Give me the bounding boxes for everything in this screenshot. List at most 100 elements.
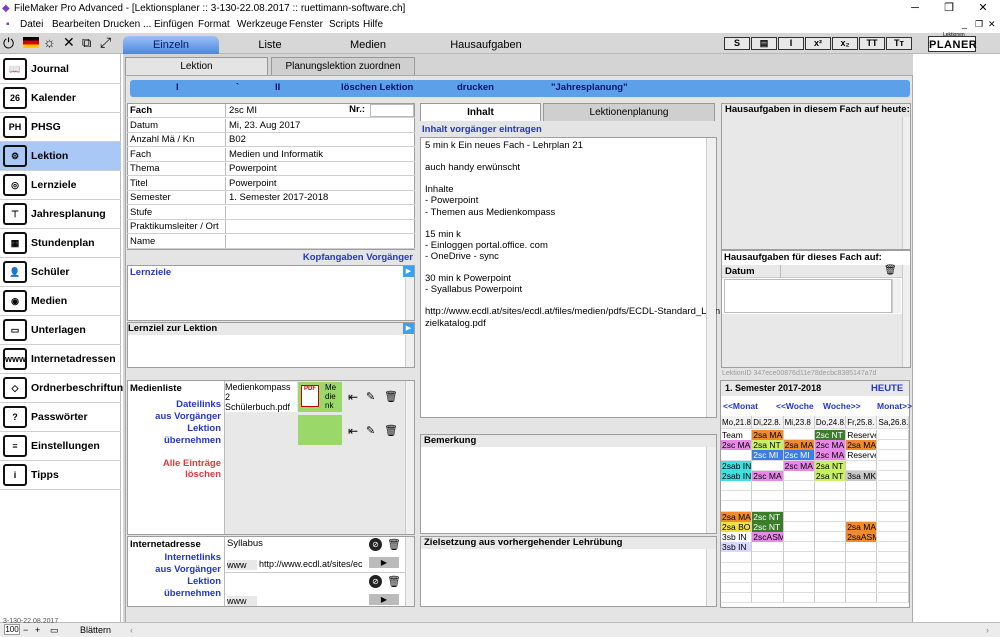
- sidebar-item-medien[interactable]: ◉ Medien: [0, 287, 121, 316]
- close-window-button[interactable]: ✕: [968, 0, 998, 17]
- calendar-slot[interactable]: [783, 532, 815, 543]
- calendar-lesson[interactable]: Reserve: [846, 430, 877, 440]
- url-field[interactable]: http://www.ecdl.at/sites/ec: [259, 559, 364, 569]
- edit-icon[interactable]: ✎: [366, 424, 375, 437]
- prev-week-button[interactable]: <<Woche: [776, 401, 814, 411]
- calendar-slot[interactable]: [877, 552, 909, 563]
- sidebar-item-journal[interactable]: 📖 Journal: [0, 55, 121, 84]
- field-value[interactable]: 1. Semester 2017-2018: [225, 191, 415, 204]
- sidebar-item-tipps[interactable]: i Tipps: [0, 461, 121, 490]
- calendar-slot[interactable]: [814, 572, 847, 583]
- menu-format[interactable]: Format: [198, 17, 230, 32]
- media-scrollbar[interactable]: [405, 381, 414, 534]
- calendar-slot[interactable]: [846, 552, 878, 563]
- next-week-button[interactable]: Woche>>: [823, 401, 861, 411]
- calendar-slot[interactable]: [752, 460, 784, 471]
- calendar-slot[interactable]: [846, 583, 878, 594]
- format-bold-button[interactable]: S: [724, 37, 750, 50]
- calendar-slot[interactable]: [721, 481, 753, 492]
- field-value[interactable]: Powerpoint: [225, 176, 415, 190]
- sidebar-item-stundenplan[interactable]: ▦ Stundenplan: [0, 229, 121, 258]
- menu-hilfe[interactable]: Hilfe: [363, 17, 383, 32]
- format-superscript-button[interactable]: x²: [805, 37, 831, 50]
- format-align-button[interactable]: ▤: [751, 37, 777, 50]
- calendar-lesson[interactable]: 2sc NT: [752, 521, 783, 532]
- calendar-slot[interactable]: [877, 562, 909, 573]
- calendar-lesson[interactable]: 2scASM: [752, 532, 783, 542]
- calendar-lesson[interactable]: 3sb IN: [721, 542, 752, 553]
- tab-inhalt[interactable]: Inhalt: [420, 103, 541, 121]
- zoom-level[interactable]: 100: [4, 624, 20, 635]
- calendar-slot[interactable]: [814, 511, 847, 522]
- calendar-slot[interactable]: [814, 532, 847, 543]
- calendar-lesson[interactable]: 2sab IN: [721, 470, 752, 481]
- calendar-slot[interactable]: [877, 470, 909, 481]
- expand-icon[interactable]: ⤢: [100, 34, 111, 51]
- calendar-slot[interactable]: [752, 481, 784, 492]
- nr-input[interactable]: [370, 104, 414, 117]
- tab-lektionenplanung[interactable]: Lektionenplanung: [543, 103, 715, 121]
- calendar-slot[interactable]: [846, 501, 878, 512]
- format-smallcaps-button[interactable]: Tт: [886, 37, 912, 50]
- calendar-slot[interactable]: [783, 521, 815, 532]
- sidebar-item-jahresplanung[interactable]: ⊤ Jahresplanung: [0, 200, 121, 229]
- menu-werkzeuge[interactable]: Werkzeuge: [237, 17, 287, 32]
- kopfangaben-link[interactable]: Kopfangaben Vorgänger: [250, 252, 413, 263]
- calendar-slot[interactable]: [814, 562, 847, 573]
- sidebar-item-schüler[interactable]: 👤 Schüler: [0, 258, 121, 287]
- internet-scrollbar[interactable]: [405, 537, 414, 606]
- calendar-lesson[interactable]: 2sa NT: [814, 470, 846, 481]
- calendar-slot[interactable]: [752, 562, 784, 573]
- calendar-slot[interactable]: [877, 440, 909, 451]
- doc-close-icon[interactable]: ✕: [988, 17, 996, 32]
- annual-planning-button[interactable]: "Jahresplanung": [551, 82, 628, 93]
- media-item-name[interactable]: Medienkompass 2 Schülerbuch.pdf: [225, 382, 297, 412]
- tab-medien[interactable]: Medien: [320, 36, 416, 54]
- mode-label[interactable]: Blättern: [80, 623, 111, 637]
- toggle-toolbar-icon[interactable]: ▭: [50, 623, 59, 637]
- scroll-right-icon[interactable]: ›: [986, 623, 989, 637]
- calendar-slot[interactable]: [814, 491, 847, 502]
- media-item-thumb[interactable]: PDF Me die nk: [298, 382, 342, 412]
- field-value[interactable]: Medien und Informatik: [225, 147, 415, 161]
- internet-entry-title[interactable]: Syllabus: [227, 538, 263, 549]
- trash-icon[interactable]: 🗑: [387, 575, 401, 588]
- lernziel-scrollbar[interactable]: [405, 335, 414, 367]
- field-value[interactable]: 2sc MI: [225, 104, 321, 117]
- trash-icon[interactable]: 🗑: [884, 265, 897, 276]
- sidebar-item-einstellungen[interactable]: ≡ Einstellungen: [0, 432, 121, 461]
- calendar-lesson[interactable]: 2sc MA: [814, 450, 846, 461]
- calendar-lesson[interactable]: 2sa BO: [721, 521, 752, 532]
- calendar-slot[interactable]: [752, 552, 784, 563]
- scroll-left-icon[interactable]: ‹: [130, 623, 133, 637]
- calendar-lesson[interactable]: 3sb IN: [721, 532, 752, 542]
- calendar-slot[interactable]: [877, 450, 909, 461]
- field-value[interactable]: Powerpoint: [225, 162, 415, 175]
- import-icon[interactable]: ⇤: [348, 390, 358, 404]
- menu-scripts[interactable]: Scripts: [329, 17, 360, 32]
- bulb-icon[interactable]: ☼: [43, 34, 56, 50]
- prev-month-button[interactable]: <<Monat: [723, 401, 758, 411]
- calendar-slot[interactable]: [846, 542, 878, 553]
- hausaufgaben-auf-scrollbar[interactable]: [902, 265, 910, 367]
- calendar-lesson[interactable]: 2sc MI: [783, 450, 814, 461]
- calendar-slot[interactable]: [877, 532, 909, 543]
- sidebar-item-internetadressen[interactable]: www Internetadressen: [0, 345, 121, 374]
- calendar-lesson[interactable]: 2sa MA: [783, 440, 814, 451]
- import-icon[interactable]: ⇤: [348, 424, 358, 438]
- format-subscript-button[interactable]: x₂: [832, 37, 858, 50]
- next-month-button[interactable]: Monat>>: [877, 401, 912, 411]
- tab-lektion[interactable]: Lektion: [125, 57, 268, 75]
- tab-einzeln[interactable]: Einzeln: [123, 36, 219, 54]
- tab-planungslektion[interactable]: Planungslektion zuordnen: [271, 57, 415, 75]
- field-value[interactable]: [225, 205, 415, 219]
- zielsetzung-scrollbar[interactable]: [706, 549, 716, 606]
- format-italic-button[interactable]: I: [778, 37, 804, 50]
- entry-scrollbar[interactable]: [892, 279, 901, 313]
- field-value[interactable]: [225, 220, 415, 233]
- calendar-slot[interactable]: [846, 511, 878, 522]
- minimize-button[interactable]: ─: [900, 0, 930, 17]
- calendar-slot[interactable]: [814, 593, 847, 604]
- field-value[interactable]: B02: [225, 133, 415, 146]
- field-value[interactable]: [225, 234, 415, 248]
